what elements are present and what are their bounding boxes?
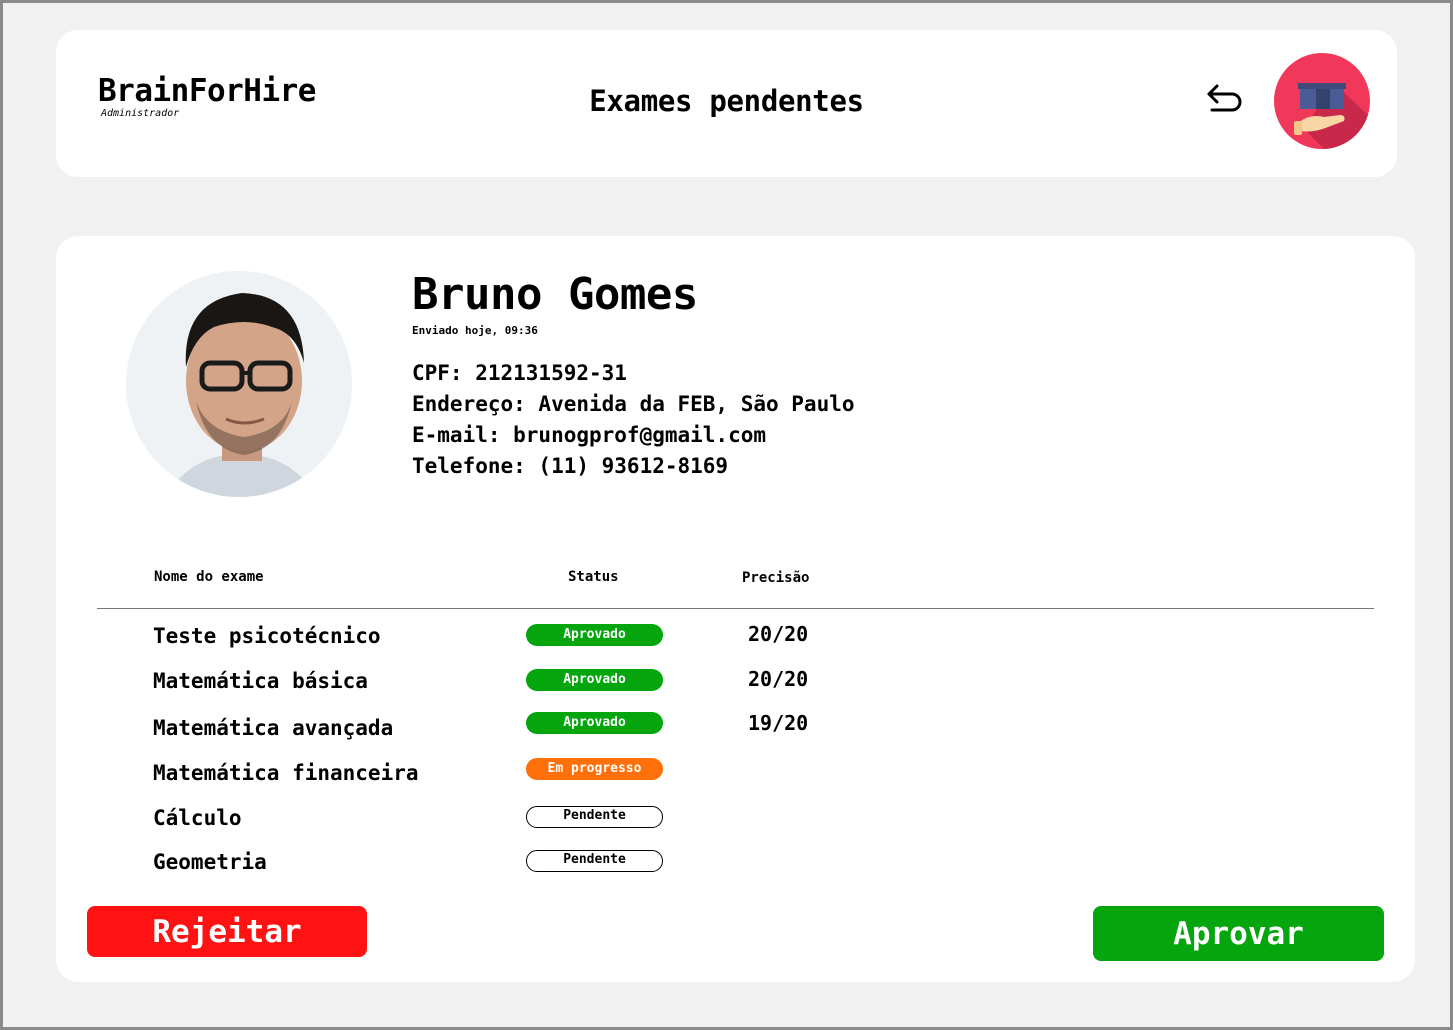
status-badge: Pendente [526, 806, 663, 828]
candidate-info: Bruno Gomes Enviado hoje, 09:36 CPF: 212… [412, 270, 855, 482]
status-badge: Aprovado [526, 712, 663, 734]
reject-button[interactable]: Rejeitar [87, 906, 367, 957]
address-field: Endereço: Avenida da FEB, São Paulo [412, 392, 855, 416]
table-row: Cálculo Pendente [56, 806, 1415, 836]
column-header-status: Status [568, 569, 619, 585]
table-row: Matemática básica Aprovado 20/20 [56, 667, 1415, 699]
page-title: Exames pendentes [589, 84, 864, 118]
undo-arrow-icon[interactable] [1204, 80, 1248, 114]
approve-button[interactable]: Aprovar [1093, 906, 1384, 961]
submitted-time: Enviado hoje, 09:36 [412, 324, 538, 337]
exam-name: Cálculo [153, 806, 242, 830]
exam-name: Matemática financeira [153, 761, 419, 785]
email-field: E-mail: brunogprof@gmail.com [412, 423, 767, 447]
table-divider [97, 608, 1374, 609]
top-header: BrainForHire Administrador Exames penden… [56, 30, 1397, 177]
phone-field: Telefone: (11) 93612-8169 [412, 454, 729, 478]
status-badge: Aprovado [526, 669, 663, 691]
exam-name: Teste psicotécnico [153, 624, 381, 648]
candidate-details: CPF: 212131592-31 Endereço: Avenida da F… [412, 358, 855, 482]
exam-score: 20/20 [748, 667, 809, 691]
table-row: Geometria Pendente [56, 850, 1415, 880]
exam-name: Matemática avançada [153, 716, 394, 740]
cpf-field: CPF: 212131592-31 [412, 361, 627, 385]
status-badge: Em progresso [526, 758, 663, 780]
column-header-name: Nome do exame [154, 569, 264, 585]
column-header-precision: Precisão [742, 570, 810, 586]
exam-score: 20/20 [748, 622, 809, 646]
table-row: Matemática avançada Aprovado 19/20 [56, 711, 1415, 743]
exam-name: Geometria [153, 850, 267, 874]
graduation-cap-hand-logo[interactable] [1274, 53, 1370, 149]
exam-score: 19/20 [748, 711, 809, 735]
candidate-name: Bruno Gomes [412, 269, 698, 320]
status-badge: Pendente [526, 850, 663, 872]
table-row: Matemática financeira Em progresso [56, 758, 1415, 788]
candidate-photo [126, 271, 352, 497]
table-row: Teste psicotécnico Aprovado 20/20 [56, 622, 1415, 654]
exam-name: Matemática básica [153, 669, 368, 693]
candidate-card: Bruno Gomes Enviado hoje, 09:36 CPF: 212… [56, 236, 1415, 982]
status-badge: Aprovado [526, 624, 663, 646]
